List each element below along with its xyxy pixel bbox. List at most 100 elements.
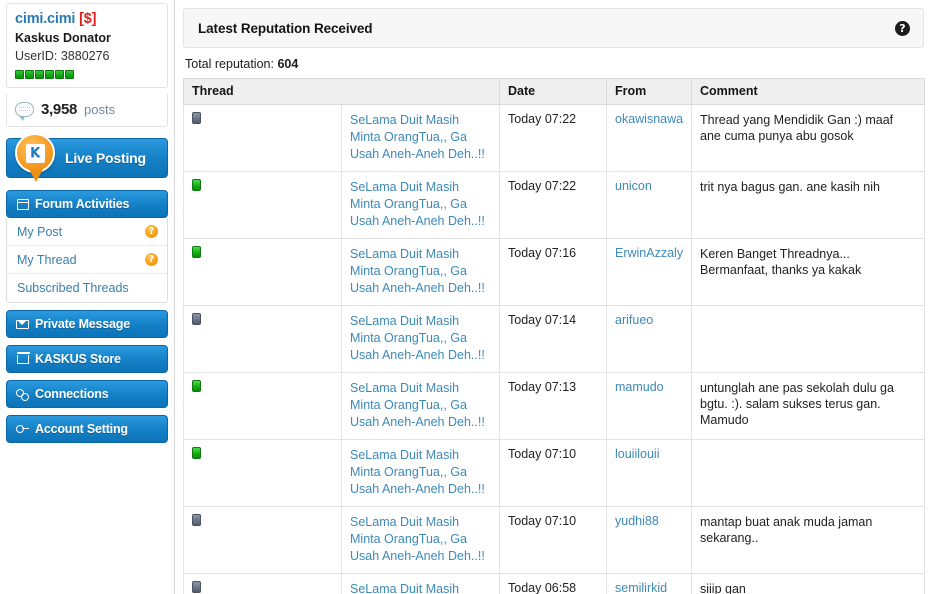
sidebar: cimi.cimi [$] Kaskus Donator UserID: 388… [0, 0, 175, 594]
reputation-green-icon [192, 179, 201, 191]
column-header-date[interactable]: Date [499, 78, 607, 105]
reputation-green-icon [192, 447, 201, 459]
total-reputation-label: Total reputation: [185, 57, 274, 71]
table-row: SeLama Duit Masih Minta OrangTua,, Ga Us… [183, 506, 925, 574]
reputation-gray-icon [192, 581, 201, 593]
thread-cell: SeLama Duit Masih Minta OrangTua,, Ga Us… [341, 439, 500, 507]
thread-cell: SeLama Duit Masih Minta OrangTua,, Ga Us… [341, 104, 500, 172]
forum-activities-submenu: My Post ? My Thread ? Subscribed Threads [6, 218, 168, 303]
date-cell: Today 07:10 [499, 439, 607, 507]
posts-count: 3,958 [41, 101, 78, 118]
column-header-from[interactable]: From [606, 78, 692, 105]
table-row: SeLama Duit Masih Minta OrangTua,, Ga Us… [183, 305, 925, 373]
page-title: Latest Reputation Received [198, 20, 373, 36]
kaskus-k-icon: K [15, 133, 55, 182]
thread-link[interactable]: SeLama Duit Masih Minta OrangTua,, Ga Us… [350, 179, 491, 230]
profile-username[interactable]: cimi.cimi [15, 11, 75, 27]
comment-cell: Thread yang Mendidik Gan :) maaf ane cum… [691, 104, 925, 172]
reputation-indicator-cell [183, 171, 342, 239]
reputation-pip [45, 70, 54, 79]
thread-link[interactable]: SeLama Duit Masih Minta OrangTua,, Ga Us… [350, 246, 491, 297]
sidebar-item-my-post[interactable]: My Post ? [7, 218, 167, 246]
user-link[interactable]: louiilouii [615, 447, 659, 461]
profile-card: cimi.cimi [$] Kaskus Donator UserID: 388… [6, 3, 168, 88]
thread-link[interactable]: SeLama Duit Masih Minta OrangTua,, Ga Us… [350, 581, 491, 594]
comment-cell: trit nya bagus gan. ane kasih nih [691, 171, 925, 239]
date-cell: Today 07:22 [499, 171, 607, 239]
sidebar-item-account-setting[interactable]: Account Setting [6, 415, 168, 443]
thread-link[interactable]: SeLama Duit Masih Minta OrangTua,, Ga Us… [350, 112, 491, 163]
user-link[interactable]: okawisnawa [615, 112, 683, 126]
from-cell: unicon [606, 171, 692, 239]
reputation-gray-icon [192, 313, 201, 325]
user-link[interactable]: ErwinAzzaly [615, 246, 683, 260]
user-link[interactable]: unicon [615, 179, 652, 193]
from-cell: arifueo [606, 305, 692, 373]
comment-cell: siiip gan [691, 573, 925, 594]
table-row: SeLama Duit Masih Minta OrangTua,, Ga Us… [183, 238, 925, 306]
panel-header: Latest Reputation Received ? [183, 8, 924, 48]
sidebar-item-label: KASKUS Store [35, 352, 121, 366]
donor-badge: [$] [79, 11, 97, 27]
sidebar-item-live-posting[interactable]: K Live Posting [6, 133, 168, 182]
posts-label: posts [84, 102, 116, 117]
sidebar-item-connections[interactable]: Connections [6, 380, 168, 408]
reputation-pip [15, 70, 24, 79]
date-cell: Today 07:14 [499, 305, 607, 373]
table-header-row: Thread Date From Comment [183, 78, 925, 105]
date-cell: Today 06:58 [499, 573, 607, 594]
user-link[interactable]: yudhi88 [615, 514, 659, 528]
envelope-icon [16, 318, 29, 330]
sidebar-item-forum-activities[interactable]: Forum Activities [6, 190, 168, 218]
reputation-pip [35, 70, 44, 79]
table-row: SeLama Duit Masih Minta OrangTua,, Ga Us… [183, 104, 925, 172]
thread-cell: SeLama Duit Masih Minta OrangTua,, Ga Us… [341, 238, 500, 306]
cart-icon [16, 351, 30, 365]
reputation-bar [15, 70, 159, 79]
table-row: SeLama Duit Masih Minta OrangTua,, Ga Us… [183, 372, 925, 440]
comment-cell [691, 305, 925, 373]
date-cell: Today 07:22 [499, 104, 607, 172]
reputation-indicator-cell [183, 439, 342, 507]
thread-cell: SeLama Duit Masih Minta OrangTua,, Ga Us… [341, 573, 500, 594]
column-header-thread[interactable]: Thread [183, 78, 500, 105]
help-icon[interactable]: ? [145, 225, 158, 238]
table-header: Thread Date From Comment [183, 78, 925, 105]
sidebar-item-kaskus-store[interactable]: KASKUS Store [6, 345, 168, 373]
profile-userid: UserID: 3880276 [15, 49, 110, 63]
comment-cell: Keren Banget Threadnya... Bermanfaat, th… [691, 238, 925, 306]
reputation-pip [65, 70, 74, 79]
table-row: SeLama Duit Masih Minta OrangTua,, Ga Us… [183, 439, 925, 507]
sidebar-item-label: My Post [17, 224, 63, 239]
user-link[interactable]: semilirkid [615, 581, 667, 594]
sidebar-item-label: Forum Activities [35, 197, 130, 211]
thread-link[interactable]: SeLama Duit Masih Minta OrangTua,, Ga Us… [350, 313, 491, 364]
sidebar-item-label: Account Setting [35, 422, 128, 436]
from-cell: mamudo [606, 372, 692, 440]
sidebar-item-label: Private Message [35, 317, 130, 331]
thread-link[interactable]: SeLama Duit Masih Minta OrangTua,, Ga Us… [350, 380, 491, 431]
table-row: SeLama Duit Masih Minta OrangTua,, Ga Us… [183, 573, 925, 594]
from-cell: yudhi88 [606, 506, 692, 574]
thread-link[interactable]: SeLama Duit Masih Minta OrangTua,, Ga Us… [350, 514, 491, 565]
user-link[interactable]: arifueo [615, 313, 653, 327]
comment-cell [691, 439, 925, 507]
table-row: SeLama Duit Masih Minta OrangTua,, Ga Us… [183, 171, 925, 239]
reputation-green-icon [192, 246, 201, 258]
sidebar-item-label: Subscribed Threads [17, 281, 129, 295]
thread-link[interactable]: SeLama Duit Masih Minta OrangTua,, Ga Us… [350, 447, 491, 498]
help-icon[interactable]: ? [145, 253, 158, 266]
user-link[interactable]: mamudo [615, 380, 664, 394]
posts-counter: 3,958 posts [6, 94, 168, 127]
reputation-table: Thread Date From Comment SeLama Duit Mas… [183, 78, 925, 594]
thread-cell: SeLama Duit Masih Minta OrangTua,, Ga Us… [341, 171, 500, 239]
sidebar-item-my-thread[interactable]: My Thread ? [7, 246, 167, 274]
column-header-comment[interactable]: Comment [691, 78, 925, 105]
date-cell: Today 07:13 [499, 372, 607, 440]
reputation-green-icon [192, 380, 201, 392]
comment-cell: untunglah ane pas sekolah dulu ga bgtu. … [691, 372, 925, 440]
from-cell: okawisnawa [606, 104, 692, 172]
sidebar-item-private-message[interactable]: Private Message [6, 310, 168, 338]
help-icon[interactable]: ? [895, 20, 910, 36]
sidebar-item-subscribed-threads[interactable]: Subscribed Threads [7, 274, 167, 302]
